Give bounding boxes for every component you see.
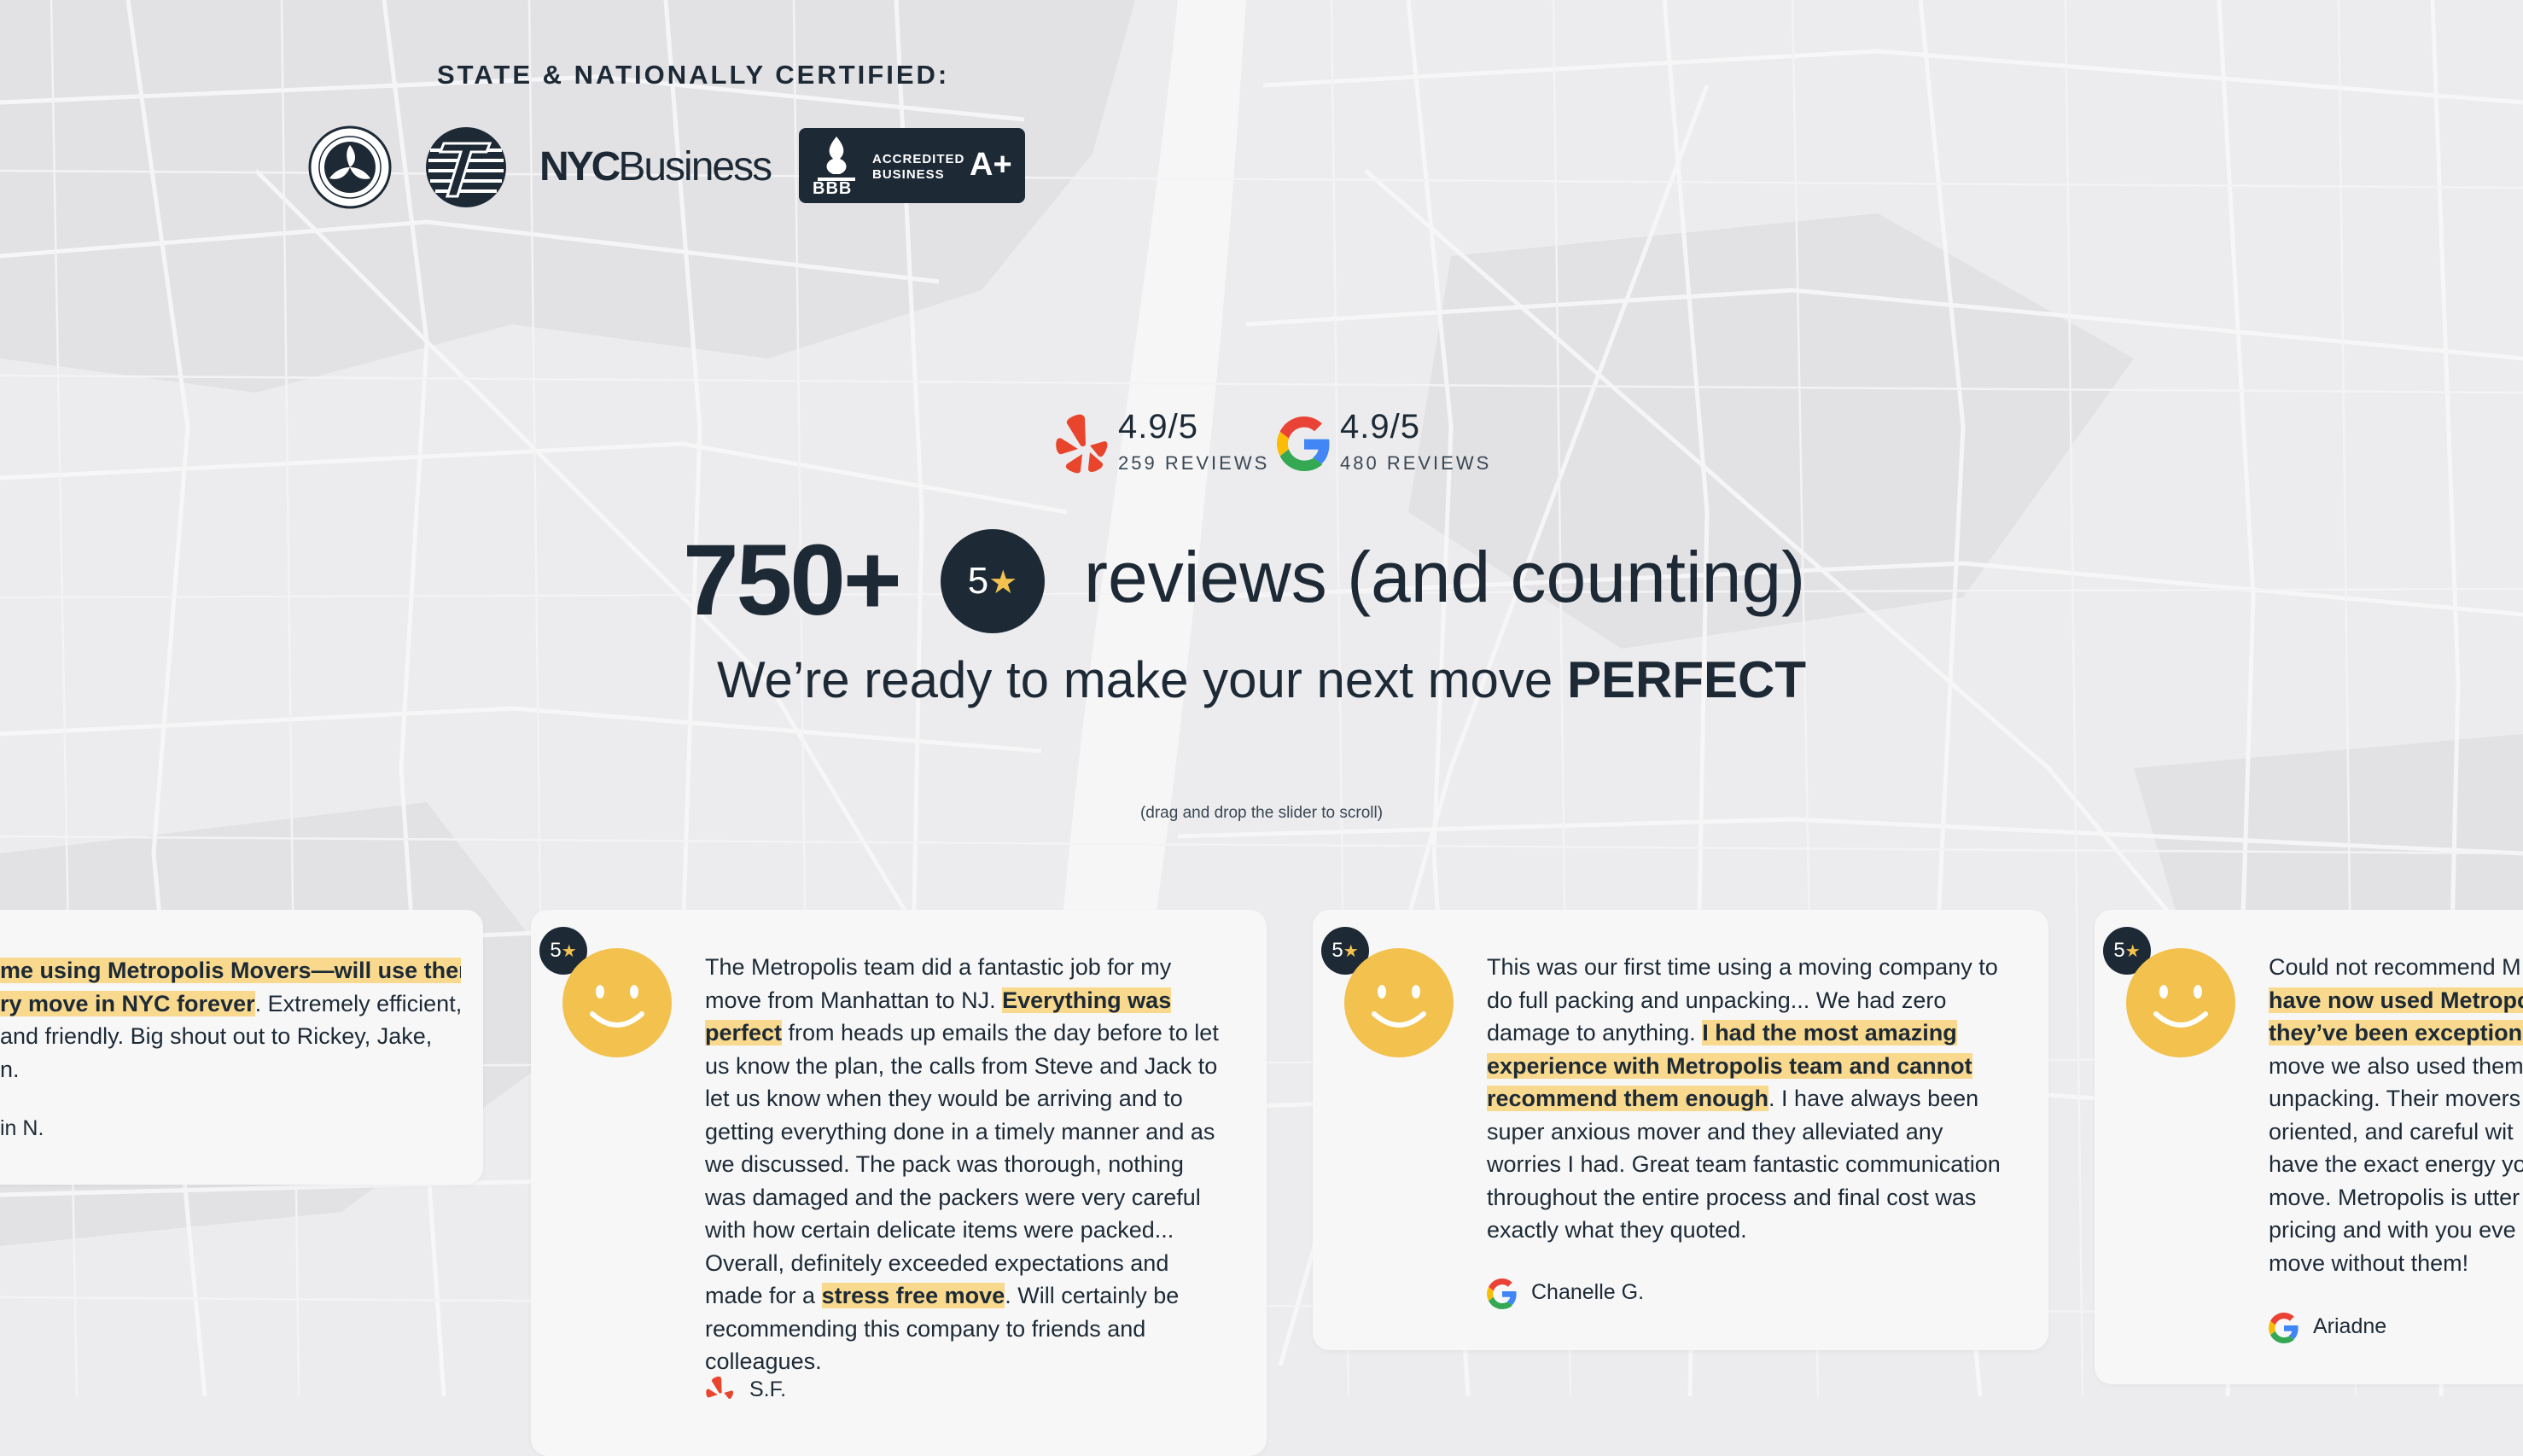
- smiley-avatar-icon: [2126, 948, 2235, 1057]
- yelp-icon: [706, 1376, 734, 1399]
- google-icon: [1487, 1278, 1517, 1309]
- smiley-avatar-icon: [562, 948, 672, 1057]
- review-line: ry move in NYC forever. Extremely effici…: [0, 990, 461, 1016]
- review-text: This was our first time using a moving c…: [1487, 954, 2001, 1243]
- review-author-name: S.F.: [749, 1377, 787, 1401]
- review-line: me using Metropolis Movers—will use them: [0, 954, 461, 987]
- review-text: Could not recommend M have now used Metr…: [2269, 951, 2523, 1279]
- review-card[interactable]: 5★ The Metropolis team did a fantastic j…: [531, 910, 1267, 1456]
- review-card[interactable]: 5★ This was our first time using a movin…: [1313, 910, 2048, 1350]
- review-line: move we also used them: [2269, 1052, 2523, 1079]
- review-text: The Metropolis team did a fantastic job …: [705, 954, 1219, 1374]
- reviews-slider[interactable]: me using Metropolis Movers—will use them…: [0, 0, 2523, 1456]
- review-line: n.: [0, 1056, 20, 1082]
- review-author: in N.: [0, 1116, 44, 1140]
- review-line: oriented, and careful wit: [2269, 1118, 2514, 1144]
- review-line: have the exact energy yo: [2269, 1151, 2523, 1177]
- review-card[interactable]: me using Metropolis Movers—will use them…: [0, 910, 483, 1185]
- review-line: have now used Metropo: [2269, 984, 2523, 1017]
- review-line: move. Metropolis is utter: [2269, 1184, 2520, 1210]
- review-author-name: Ariadne: [2313, 1314, 2387, 1338]
- review-line: unpacking. Their movers: [2269, 1086, 2521, 1111]
- review-author-name: Chanelle G.: [1531, 1280, 1645, 1304]
- review-line: move without them!: [2269, 1249, 2469, 1276]
- review-line: and friendly. Big shout out to Rickey, J…: [0, 1023, 433, 1049]
- review-line: Could not recommend M: [2269, 954, 2521, 980]
- smiley-avatar-icon: [1344, 948, 1454, 1057]
- review-card[interactable]: 5★ Could not recommend M have now used M…: [2095, 910, 2523, 1384]
- review-line: they’ve been exceptiona: [2269, 1016, 2523, 1050]
- review-text: me using Metropolis Movers—will use them…: [0, 954, 461, 1086]
- review-line: pricing and with you eve: [2269, 1217, 2516, 1243]
- google-icon: [2269, 1313, 2299, 1343]
